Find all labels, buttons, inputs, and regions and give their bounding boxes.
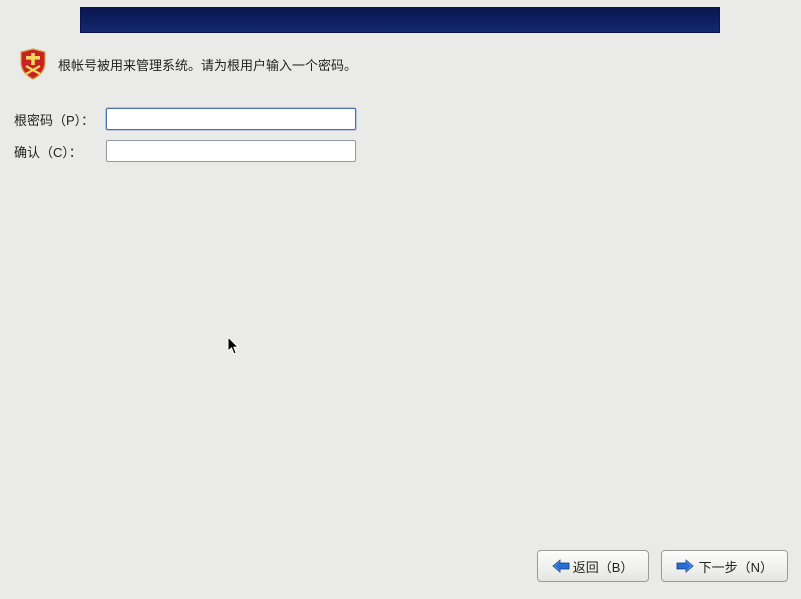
shield-icon: [18, 48, 48, 80]
back-button-label: 返回（B）: [573, 557, 634, 576]
root-password-form: 根密码（P）： 确认（C）：: [14, 108, 356, 172]
password-label: 根密码（P）：: [14, 110, 106, 129]
password-row: 根密码（P）：: [14, 108, 356, 130]
confirm-password-input[interactable]: [106, 140, 356, 162]
cursor-icon: [227, 336, 241, 356]
confirm-row: 确认（C）：: [14, 140, 356, 162]
back-button[interactable]: 返回（B）: [537, 550, 649, 582]
next-button[interactable]: 下一步（N）: [661, 550, 788, 582]
navigation-button-bar: 返回（B） 下一步（N）: [537, 550, 788, 582]
intro-row: 根帐号被用来管理系统。请为根用户输入一个密码。: [18, 48, 357, 80]
intro-text: 根帐号被用来管理系统。请为根用户输入一个密码。: [58, 55, 357, 74]
header-banner: [80, 7, 720, 33]
root-password-input[interactable]: [106, 108, 356, 130]
arrow-left-icon: [552, 559, 570, 573]
arrow-right-icon: [676, 559, 694, 573]
next-button-label: 下一步（N）: [699, 557, 773, 576]
confirm-label: 确认（C）：: [14, 142, 106, 161]
